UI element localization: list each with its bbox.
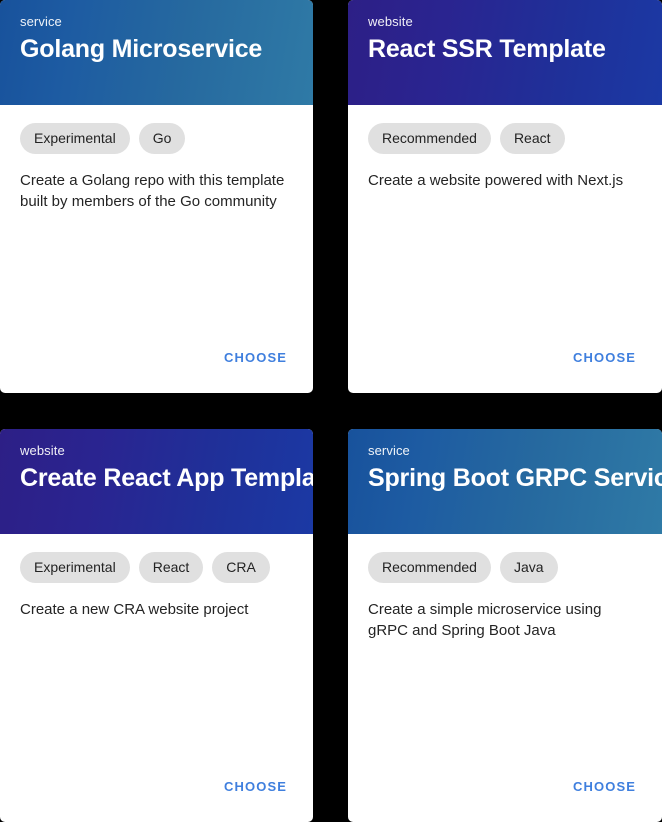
card-header: service Spring Boot GRPC Service xyxy=(348,429,662,534)
card-actions: CHOOSE xyxy=(0,773,313,822)
card-body: Experimental React CRA Create a new CRA … xyxy=(0,534,313,773)
card-body: Recommended Java Create a simple microse… xyxy=(348,534,662,773)
card-kicker: service xyxy=(20,14,62,29)
card-tag-list: Experimental React CRA xyxy=(20,552,293,583)
choose-button[interactable]: CHOOSE xyxy=(565,773,644,800)
tag-chip[interactable]: CRA xyxy=(212,552,270,583)
tag-chip[interactable]: Experimental xyxy=(20,552,130,583)
card-kicker: website xyxy=(20,443,65,458)
template-card[interactable]: service Golang Microservice Experimental… xyxy=(0,0,313,393)
choose-button[interactable]: CHOOSE xyxy=(216,344,295,371)
card-title: Create React App Template xyxy=(20,464,313,492)
tag-chip[interactable]: Go xyxy=(138,123,186,154)
card-title: Spring Boot GRPC Service xyxy=(368,464,662,492)
card-tag-list: Experimental Go xyxy=(20,123,293,154)
card-kicker: service xyxy=(368,443,410,458)
card-description: Create a new CRA website project xyxy=(20,601,249,618)
card-header: service Golang Microservice xyxy=(0,0,313,105)
tag-chip[interactable]: React xyxy=(499,123,565,154)
tag-chip[interactable]: Recommended xyxy=(368,552,491,583)
card-title: Golang Microservice xyxy=(20,35,263,63)
card-body: Recommended React Create a website power… xyxy=(348,105,662,344)
card-title: React SSR Template xyxy=(368,35,606,63)
tag-chip[interactable]: Recommended xyxy=(368,123,491,154)
card-header: website React SSR Template xyxy=(348,0,662,105)
card-actions: CHOOSE xyxy=(348,773,662,822)
card-description: Create a Golang repo with this template … xyxy=(20,172,285,210)
template-card-grid: service Golang Microservice Experimental… xyxy=(0,0,662,822)
card-description: Create a website powered with Next.js xyxy=(368,172,624,189)
card-kicker: website xyxy=(368,14,413,29)
template-card[interactable]: service Spring Boot GRPC Service Recomme… xyxy=(348,429,662,822)
card-body: Experimental Go Create a Golang repo wit… xyxy=(0,105,313,344)
tag-chip[interactable]: Java xyxy=(499,552,558,583)
tag-chip[interactable]: Experimental xyxy=(20,123,130,154)
template-card[interactable]: website Create React App Template Experi… xyxy=(0,429,313,822)
choose-button[interactable]: CHOOSE xyxy=(216,773,295,800)
template-card[interactable]: website React SSR Template Recommended R… xyxy=(348,0,662,393)
card-actions: CHOOSE xyxy=(348,344,662,393)
card-tag-list: Recommended Java xyxy=(368,552,642,583)
tag-chip[interactable]: React xyxy=(138,552,204,583)
choose-button[interactable]: CHOOSE xyxy=(565,344,644,371)
card-header: website Create React App Template xyxy=(0,429,313,534)
card-actions: CHOOSE xyxy=(0,344,313,393)
card-tag-list: Recommended React xyxy=(368,123,642,154)
card-description: Create a simple microservice using gRPC … xyxy=(368,601,602,639)
